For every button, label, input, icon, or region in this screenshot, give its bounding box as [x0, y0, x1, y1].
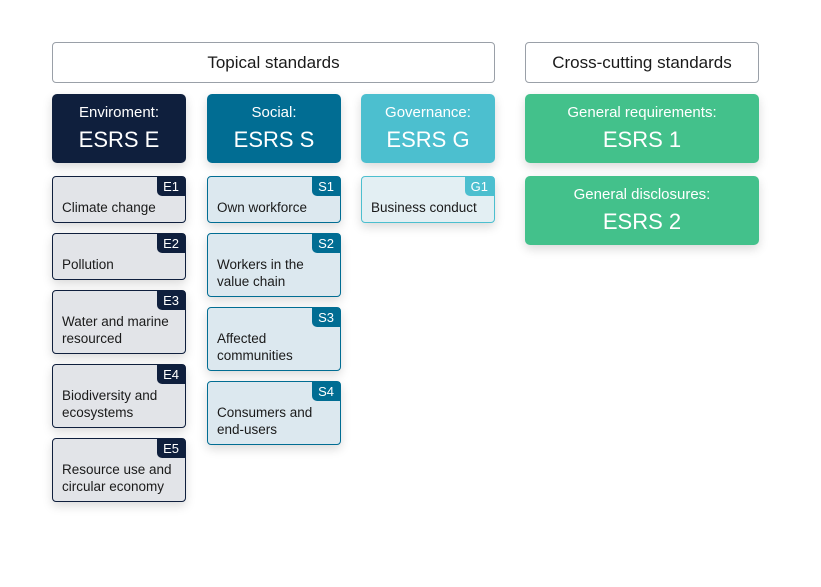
standard-item-s4: S4 Consumers and end-users	[207, 381, 341, 445]
item-tag: E4	[157, 365, 185, 384]
item-text: Water and marine resourced	[62, 314, 169, 346]
card-code: ESRS G	[386, 127, 470, 152]
standard-item-e2: E2 Pollution	[52, 233, 186, 280]
item-tag: S1	[312, 177, 340, 196]
standard-item-s1: S1 Own workforce	[207, 176, 341, 223]
standard-item-e4: E4 Biodiversity and ecosystems	[52, 364, 186, 428]
standard-item-e3: E3 Water and marine resourced	[52, 290, 186, 354]
item-tag: E1	[157, 177, 185, 196]
item-text: Climate change	[62, 200, 156, 215]
card-code: ESRS 1	[602, 127, 682, 152]
standard-item-g1: G1 Business conduct	[361, 176, 495, 223]
item-text: Biodiversity and ecosystems	[62, 388, 158, 420]
item-text: Affected communities	[217, 331, 293, 363]
card-label: Governance:	[385, 104, 471, 121]
standard-item-s3: S3 Affected communities	[207, 307, 341, 371]
item-text: Resource use and circular economy	[62, 462, 172, 494]
card-code: ESRS 2	[602, 209, 682, 234]
item-tag: S4	[312, 382, 340, 401]
standard-item-e1: E1 Climate change	[52, 176, 186, 223]
esrs-e-card: Enviroment: ESRS E	[52, 94, 186, 163]
item-tag: S3	[312, 308, 340, 327]
standard-item-s2: S2 Workers in the value chain	[207, 233, 341, 297]
card-label: General requirements:	[567, 104, 717, 121]
cross-cutting-standards-header: Cross-cutting standards	[525, 42, 759, 83]
item-tag: E2	[157, 234, 185, 253]
card-label: General disclosures:	[573, 186, 711, 203]
card-code: ESRS E	[78, 127, 160, 152]
item-text: Consumers and end-users	[217, 405, 313, 437]
standard-item-e5: E5 Resource use and circular economy	[52, 438, 186, 502]
esrs-1-card: General requirements: ESRS 1	[525, 94, 759, 163]
esrs-2-card: General disclosures: ESRS 2	[525, 176, 759, 245]
topical-standards-header: Topical standards	[52, 42, 495, 83]
item-text: Workers in the value chain	[217, 257, 304, 289]
item-text: Business conduct	[371, 200, 477, 215]
item-tag: E3	[157, 291, 185, 310]
esrs-s-card: Social: ESRS S	[207, 94, 341, 163]
item-tag: E5	[157, 439, 185, 458]
card-label: Social:	[251, 104, 297, 121]
card-code: ESRS S	[233, 127, 315, 152]
item-tag: G1	[464, 177, 494, 196]
item-text: Own workforce	[217, 200, 308, 215]
item-tag: S2	[312, 234, 340, 253]
esrs-g-card: Governance: ESRS G	[361, 94, 495, 163]
item-text: Pollution	[62, 257, 114, 272]
card-label: Enviroment:	[78, 104, 160, 121]
